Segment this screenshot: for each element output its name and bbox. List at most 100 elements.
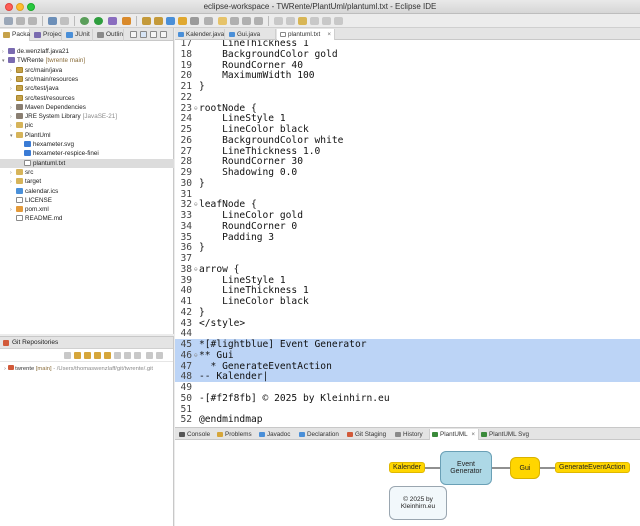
line-number: 42 — [180, 306, 192, 318]
tree-item[interactable]: plantuml.txt — [0, 158, 174, 168]
skip-breakpoints-icon[interactable] — [60, 17, 69, 25]
line-number: 21 — [180, 81, 192, 92]
search-icon[interactable] — [190, 17, 199, 25]
bottom-tabs: Console Problems Javadoc Declaration Git… — [175, 428, 640, 440]
new-class-icon[interactable] — [166, 17, 175, 25]
save-all-icon[interactable] — [28, 17, 37, 25]
git-repositories-tab[interactable]: Git Repositories — [0, 337, 173, 349]
new-icon[interactable] — [4, 17, 13, 25]
tab-javadoc[interactable]: Javadoc — [257, 429, 297, 440]
block-selection-icon[interactable] — [242, 17, 251, 25]
code-line: 17 LineThickness 1 — [175, 40, 640, 49]
next-annotation-icon[interactable] — [274, 17, 283, 25]
mindmap-node-gui: Gui — [510, 457, 540, 479]
last-edit-icon[interactable] — [298, 17, 307, 25]
git-repository-item[interactable]: › twrente [main] - /Users/thomaswenzlaff… — [4, 365, 153, 372]
refresh-icon[interactable] — [114, 352, 121, 359]
git-repositories-title: Git Repositories — [12, 339, 59, 346]
tab-outline[interactable]: Outlin — [94, 29, 124, 41]
code-line: 24 LineStyle 1 — [175, 113, 640, 124]
create-repository-icon[interactable] — [104, 352, 111, 359]
code-text: </style> — [199, 317, 246, 329]
tree-item[interactable]: › de.wenzlaff.java21 — [0, 47, 174, 56]
tab-console[interactable]: Console — [177, 429, 215, 440]
tree-item[interactable]: › src/main/resources — [0, 75, 174, 84]
code-text: } — [199, 306, 205, 318]
new-package-icon[interactable] — [154, 17, 163, 25]
file-icon — [16, 196, 23, 203]
debug-run-icon[interactable] — [80, 17, 89, 25]
tree-item[interactable]: › src/test/java — [0, 84, 174, 93]
main-toolbar — [0, 14, 640, 28]
add-repository-icon[interactable] — [84, 352, 91, 359]
code-editor[interactable]: 17 LineThickness 1 18 BackgroundColor gol… — [175, 40, 640, 427]
tab-git-staging[interactable]: Git Staging — [345, 429, 393, 440]
tree-item[interactable]: › JRE System Library [JavaSE-21] — [0, 112, 174, 121]
filter-icon[interactable] — [124, 352, 131, 359]
toggle-mark-icon[interactable] — [204, 17, 213, 25]
tab-declaration[interactable]: Declaration — [297, 429, 345, 440]
tree-item[interactable]: README.md — [0, 214, 174, 223]
link-with-selection-icon[interactable] — [74, 352, 81, 359]
clone-repository-icon[interactable] — [94, 352, 101, 359]
tree-item[interactable]: LICENSE — [0, 196, 174, 205]
link-with-editor-icon[interactable] — [140, 31, 147, 38]
code-line: 28 RoundCorner 30 — [175, 156, 640, 167]
highlight-icon[interactable] — [218, 17, 227, 25]
tab-gui-java[interactable]: Gui.java — [226, 29, 276, 40]
view-menu-icon[interactable] — [134, 352, 141, 359]
tree-item[interactable]: hexameter.svg — [0, 140, 174, 149]
debug-icon[interactable] — [48, 17, 57, 25]
word-wrap-icon[interactable] — [254, 17, 263, 25]
tab-junit[interactable]: JUnit — [63, 29, 93, 41]
new-java-project-icon[interactable] — [142, 17, 151, 25]
save-icon[interactable] — [16, 17, 25, 25]
minimize-view-icon[interactable] — [160, 31, 167, 38]
problems-icon — [217, 432, 223, 437]
tree-item[interactable]: › src — [0, 168, 174, 177]
view-toolbar — [128, 29, 174, 40]
package-explorer-icon — [3, 32, 10, 38]
tree-item[interactable]: › Maven Dependencies — [0, 103, 174, 112]
run-icon[interactable] — [94, 17, 103, 25]
tree-item[interactable]: calendar.ics — [0, 187, 174, 196]
code-text: Padding 3 — [199, 231, 275, 243]
tab-plantuml-svg[interactable]: PlantUML Svg — [479, 429, 535, 440]
collapse-all-icon[interactable] — [64, 352, 71, 359]
tree-item[interactable]: ▾ PlantUml — [0, 131, 174, 140]
tree-item[interactable]: src/test/resources — [0, 94, 174, 103]
pin-icon[interactable] — [334, 17, 343, 25]
minimize-view-icon[interactable] — [146, 352, 153, 359]
line-number: 44 — [180, 328, 192, 340]
whitespace-icon[interactable] — [230, 17, 239, 25]
view-menu-icon[interactable] — [150, 31, 157, 38]
line-number: 32 — [180, 199, 192, 211]
tab-problems[interactable]: Problems — [215, 429, 257, 440]
open-type-icon[interactable] — [178, 17, 187, 25]
coverage-icon[interactable] — [108, 17, 117, 25]
close-tab-icon[interactable]: × — [471, 429, 475, 440]
back-icon[interactable] — [310, 17, 319, 25]
close-tab-icon[interactable]: × — [327, 29, 331, 40]
forward-icon[interactable] — [322, 17, 331, 25]
mindmap-footer-node: © 2025 by Kleinhirn.eu — [389, 486, 447, 520]
tree-item[interactable]: hexameter-respice-finei — [0, 149, 174, 158]
tree-item[interactable]: › src/main/java — [0, 66, 174, 75]
previous-annotation-icon[interactable] — [286, 17, 295, 25]
tab-project-explorer[interactable]: Projec — [31, 29, 62, 41]
tab-package-explorer[interactable]: Packa — [0, 29, 30, 41]
tree-item[interactable]: ▾ TWRente [twrente main] — [0, 56, 174, 65]
external-tools-icon[interactable] — [122, 17, 131, 25]
tab-history[interactable]: History — [393, 429, 429, 440]
tree-item[interactable]: › pom.xml — [0, 205, 174, 214]
tab-kalender-java[interactable]: Kalender.java — [175, 29, 225, 40]
tab-label: Problems — [225, 431, 252, 438]
tab-plantuml[interactable]: PlantUML × — [429, 429, 479, 440]
maximize-view-icon[interactable] — [156, 352, 163, 359]
git-repositories-panel: Git Repositories › twrente [main] - /Use… — [0, 336, 174, 526]
line-number: 43 — [180, 317, 192, 329]
tree-item[interactable]: › pic — [0, 121, 174, 130]
tree-item[interactable]: › target — [0, 177, 174, 186]
tab-plantuml-txt[interactable]: plantuml.txt × — [277, 29, 335, 40]
collapse-all-icon[interactable] — [130, 31, 137, 38]
